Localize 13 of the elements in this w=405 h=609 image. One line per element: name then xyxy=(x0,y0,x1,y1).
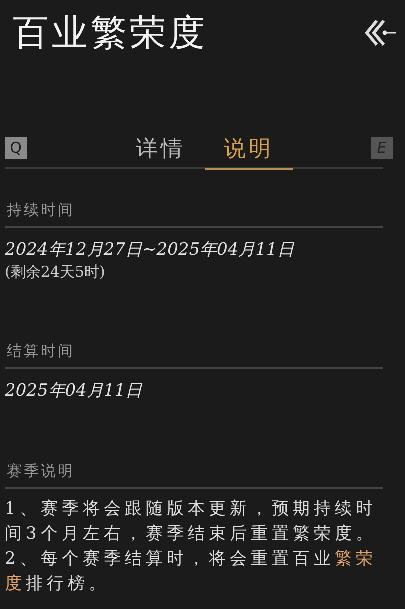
back-icon[interactable] xyxy=(363,18,397,48)
date-range: 2025年04月11日 xyxy=(5,380,144,402)
section-heading: 结算时间 xyxy=(5,342,383,369)
tab[interactable]: 说明 xyxy=(205,134,293,170)
key-hint[interactable]: Q xyxy=(5,137,27,159)
page-title: 百业繁荣度 xyxy=(13,12,208,56)
date-range: 2024年12月27日~2025年04月11日 xyxy=(5,239,296,261)
tab[interactable]: 详情 xyxy=(117,134,205,170)
remaining-time: (剩余24天5时) xyxy=(5,263,106,282)
section-heading: 赛季说明 xyxy=(5,462,383,489)
note-text: 1、赛季将会跟随版本更新，预期持续时间3个月左右，赛季结束后重置繁荣度。 xyxy=(5,498,378,546)
note-text: 2、每个赛季结算时，将会重置百业 繁荣度 排行榜。 xyxy=(5,548,378,596)
section-heading: 持续时间 xyxy=(5,201,383,228)
